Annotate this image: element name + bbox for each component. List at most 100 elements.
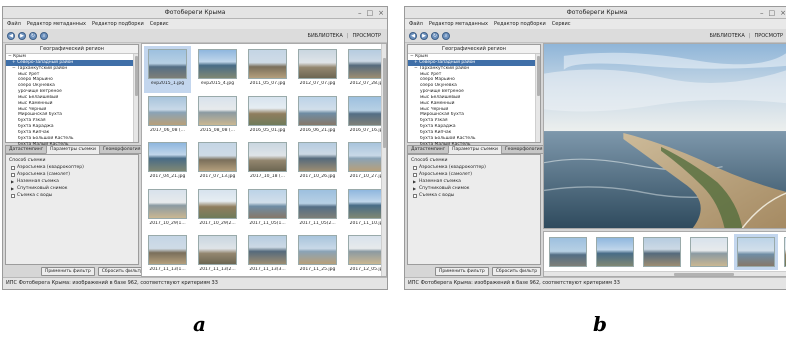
film-thumbnail[interactable] (734, 234, 778, 270)
minimize-button[interactable]: – (358, 8, 362, 18)
menu-bar: Файл Редактор метаданных Редактор подбор… (3, 19, 387, 29)
expand-arrow-icon[interactable]: ▶ (11, 178, 15, 185)
filter-option[interactable]: ▶ Наземная съемка (9, 178, 135, 185)
filter-option[interactable]: ▶ Наземная съемка (411, 178, 537, 185)
filmstrip-scrollbar[interactable] (544, 271, 786, 276)
thumbnail-item[interactable]: 2017_11_25.jpg (294, 232, 341, 276)
menu-service[interactable]: Сервис (552, 19, 571, 29)
filter-option[interactable]: Съемка с воды (411, 192, 537, 199)
preview-link[interactable]: ПРОСМОТР (754, 33, 783, 40)
thumbnail-filename: 2017_10_29(2... (199, 220, 236, 226)
thumbnail-item[interactable]: 2016_05_01.jpg (244, 93, 291, 140)
filter-panel: Способ съемки Аэросъемка (квадрокоптер) … (5, 154, 139, 265)
thumbnail-item[interactable]: 2017_10_29(1... (144, 186, 191, 233)
thumbnail-item[interactable]: 2017_06_08 (... (144, 93, 191, 140)
preview-image (543, 43, 786, 229)
thumbnail-image (248, 95, 287, 126)
film-thumbnail[interactable] (593, 234, 637, 270)
filter-option[interactable]: Аэросъемка (квадрокоптер) (411, 164, 537, 171)
tab-geomorphology[interactable]: Геоморфология (98, 145, 145, 154)
close-button[interactable]: × (780, 8, 786, 18)
library-link[interactable]: БИБЛИОТЕКА (710, 33, 745, 40)
menu-selection-editor[interactable]: Редактор подборки (92, 19, 144, 29)
preview-link[interactable]: ПРОСМОТР (352, 33, 381, 40)
apply-filter-button[interactable]: Применить фильтр (435, 267, 489, 276)
window-title: Фотобереги Крыма (566, 9, 628, 16)
refresh-icon[interactable]: ↻ (29, 32, 37, 40)
close-button[interactable]: × (378, 8, 384, 18)
thumbnail-item[interactable]: 2016_06_21.jpg (294, 93, 341, 140)
minimize-button[interactable]: – (760, 8, 764, 18)
tab-geomorphology[interactable]: Геоморфология (500, 145, 547, 154)
thumbnail-filename: 2017_10_18 (... (250, 174, 285, 179)
filter-option[interactable]: Съемка с воды (9, 192, 135, 199)
menu-metadata-editor[interactable]: Редактор метаданных (27, 19, 86, 29)
checkbox[interactable] (413, 165, 417, 170)
refresh-icon[interactable]: ↻ (431, 32, 439, 40)
thumbnail-item[interactable]: 2017_11_05(2... (294, 186, 341, 233)
grid-scrollbar[interactable] (381, 44, 386, 276)
thumbnail-item[interactable]: 2017_11_13(1... (144, 232, 191, 276)
thumbnail-item[interactable]: 2012_07_07.jpg (294, 46, 341, 93)
maximize-button[interactable]: □ (769, 8, 776, 18)
thumbnail-item[interactable]: 2017_07_13.jpg (194, 139, 241, 186)
thumbnail-item[interactable]: 2011_05_07.jpg (244, 46, 291, 93)
thumbnail-item[interactable]: 2017_10_18 (... (244, 139, 291, 186)
thumbnail-item[interactable]: 2017_11_13(2... (194, 232, 241, 276)
menu-file[interactable]: Файл (7, 19, 21, 29)
checkbox[interactable] (413, 193, 417, 198)
film-thumbnail[interactable] (546, 234, 590, 270)
tree-scrollbar[interactable] (133, 54, 138, 142)
back-icon[interactable]: ◀ (409, 32, 417, 40)
tab-shooting-params[interactable]: Параметры съемки (46, 145, 100, 154)
film-thumbnail[interactable] (640, 234, 684, 270)
thumbnail-filename: 2017_11_05(1... (249, 220, 286, 226)
title-bar: Фотобереги Крыма – □ × (3, 7, 387, 19)
reset-filter-button[interactable]: Сбросить фильтр (97, 267, 148, 276)
apply-filter-button[interactable]: Применить фильтр (41, 267, 95, 276)
expand-arrow-icon[interactable]: ▶ (11, 185, 15, 192)
menu-file[interactable]: Файл (409, 19, 423, 29)
filter-option-label: Аэросъемка (самолет) (17, 172, 71, 177)
filter-option[interactable]: Аэросъемка (самолет) (411, 171, 537, 178)
checkbox[interactable] (413, 172, 417, 177)
search-icon[interactable]: ⌕ (442, 32, 450, 40)
thumbnail-item[interactable]: evp2015_4.jpg (194, 46, 241, 93)
menu-metadata-editor[interactable]: Редактор метаданных (429, 19, 488, 29)
thumbnail-item[interactable]: 2015_08_08 (... (194, 93, 241, 140)
forward-icon[interactable]: ▶ (18, 32, 26, 40)
back-icon[interactable]: ◀ (7, 32, 15, 40)
search-icon[interactable]: ⌕ (40, 32, 48, 40)
film-thumbnail[interactable] (687, 234, 731, 270)
tree-scrollbar[interactable] (535, 54, 540, 142)
checkbox[interactable] (11, 193, 15, 198)
thumbnail-item[interactable]: 2017_11_05(1... (244, 186, 291, 233)
maximize-button[interactable]: □ (367, 8, 374, 18)
menu-service[interactable]: Сервис (150, 19, 169, 29)
checkbox[interactable] (11, 165, 15, 170)
filter-option[interactable]: Аэросъемка (квадрокоптер) (9, 164, 135, 171)
thumbnail-item[interactable]: 2017_11_13(3... (244, 232, 291, 276)
thumbnail-item[interactable]: 2017_10_29(2... (194, 186, 241, 233)
tree-header: Географический регион (408, 45, 540, 54)
film-thumbnail[interactable] (781, 234, 786, 270)
tab-shooting-params[interactable]: Параметры съемки (448, 145, 502, 154)
checkbox[interactable] (11, 172, 15, 177)
filter-option[interactable]: ▶ Спутниковый снимок (9, 185, 135, 192)
nav-separator: | (748, 33, 751, 39)
thumbnail-filename: 2015_08_08 (... (200, 127, 235, 133)
tab-datastamping[interactable]: Датастемпинг (5, 145, 48, 154)
forward-icon[interactable]: ▶ (420, 32, 428, 40)
expand-arrow-icon[interactable]: ▶ (413, 185, 417, 192)
library-link[interactable]: БИБЛИОТЕКА (308, 33, 343, 40)
menu-selection-editor[interactable]: Редактор подборки (494, 19, 546, 29)
thumbnail-item[interactable]: evp2015_1.jpg (144, 46, 191, 93)
thumbnail-image (198, 235, 237, 265)
reset-filter-button[interactable]: Сбросить фильтр (491, 267, 542, 276)
filter-option[interactable]: ▶ Спутниковый снимок (411, 185, 537, 192)
expand-arrow-icon[interactable]: ▶ (413, 178, 417, 185)
filter-option[interactable]: Аэросъемка (самолет) (9, 171, 135, 178)
tab-datastamping[interactable]: Датастемпинг (407, 145, 450, 154)
thumbnail-item[interactable]: 2017_10_26.jpg (294, 139, 341, 186)
thumbnail-item[interactable]: 2017_04_21.jpg (144, 139, 191, 186)
